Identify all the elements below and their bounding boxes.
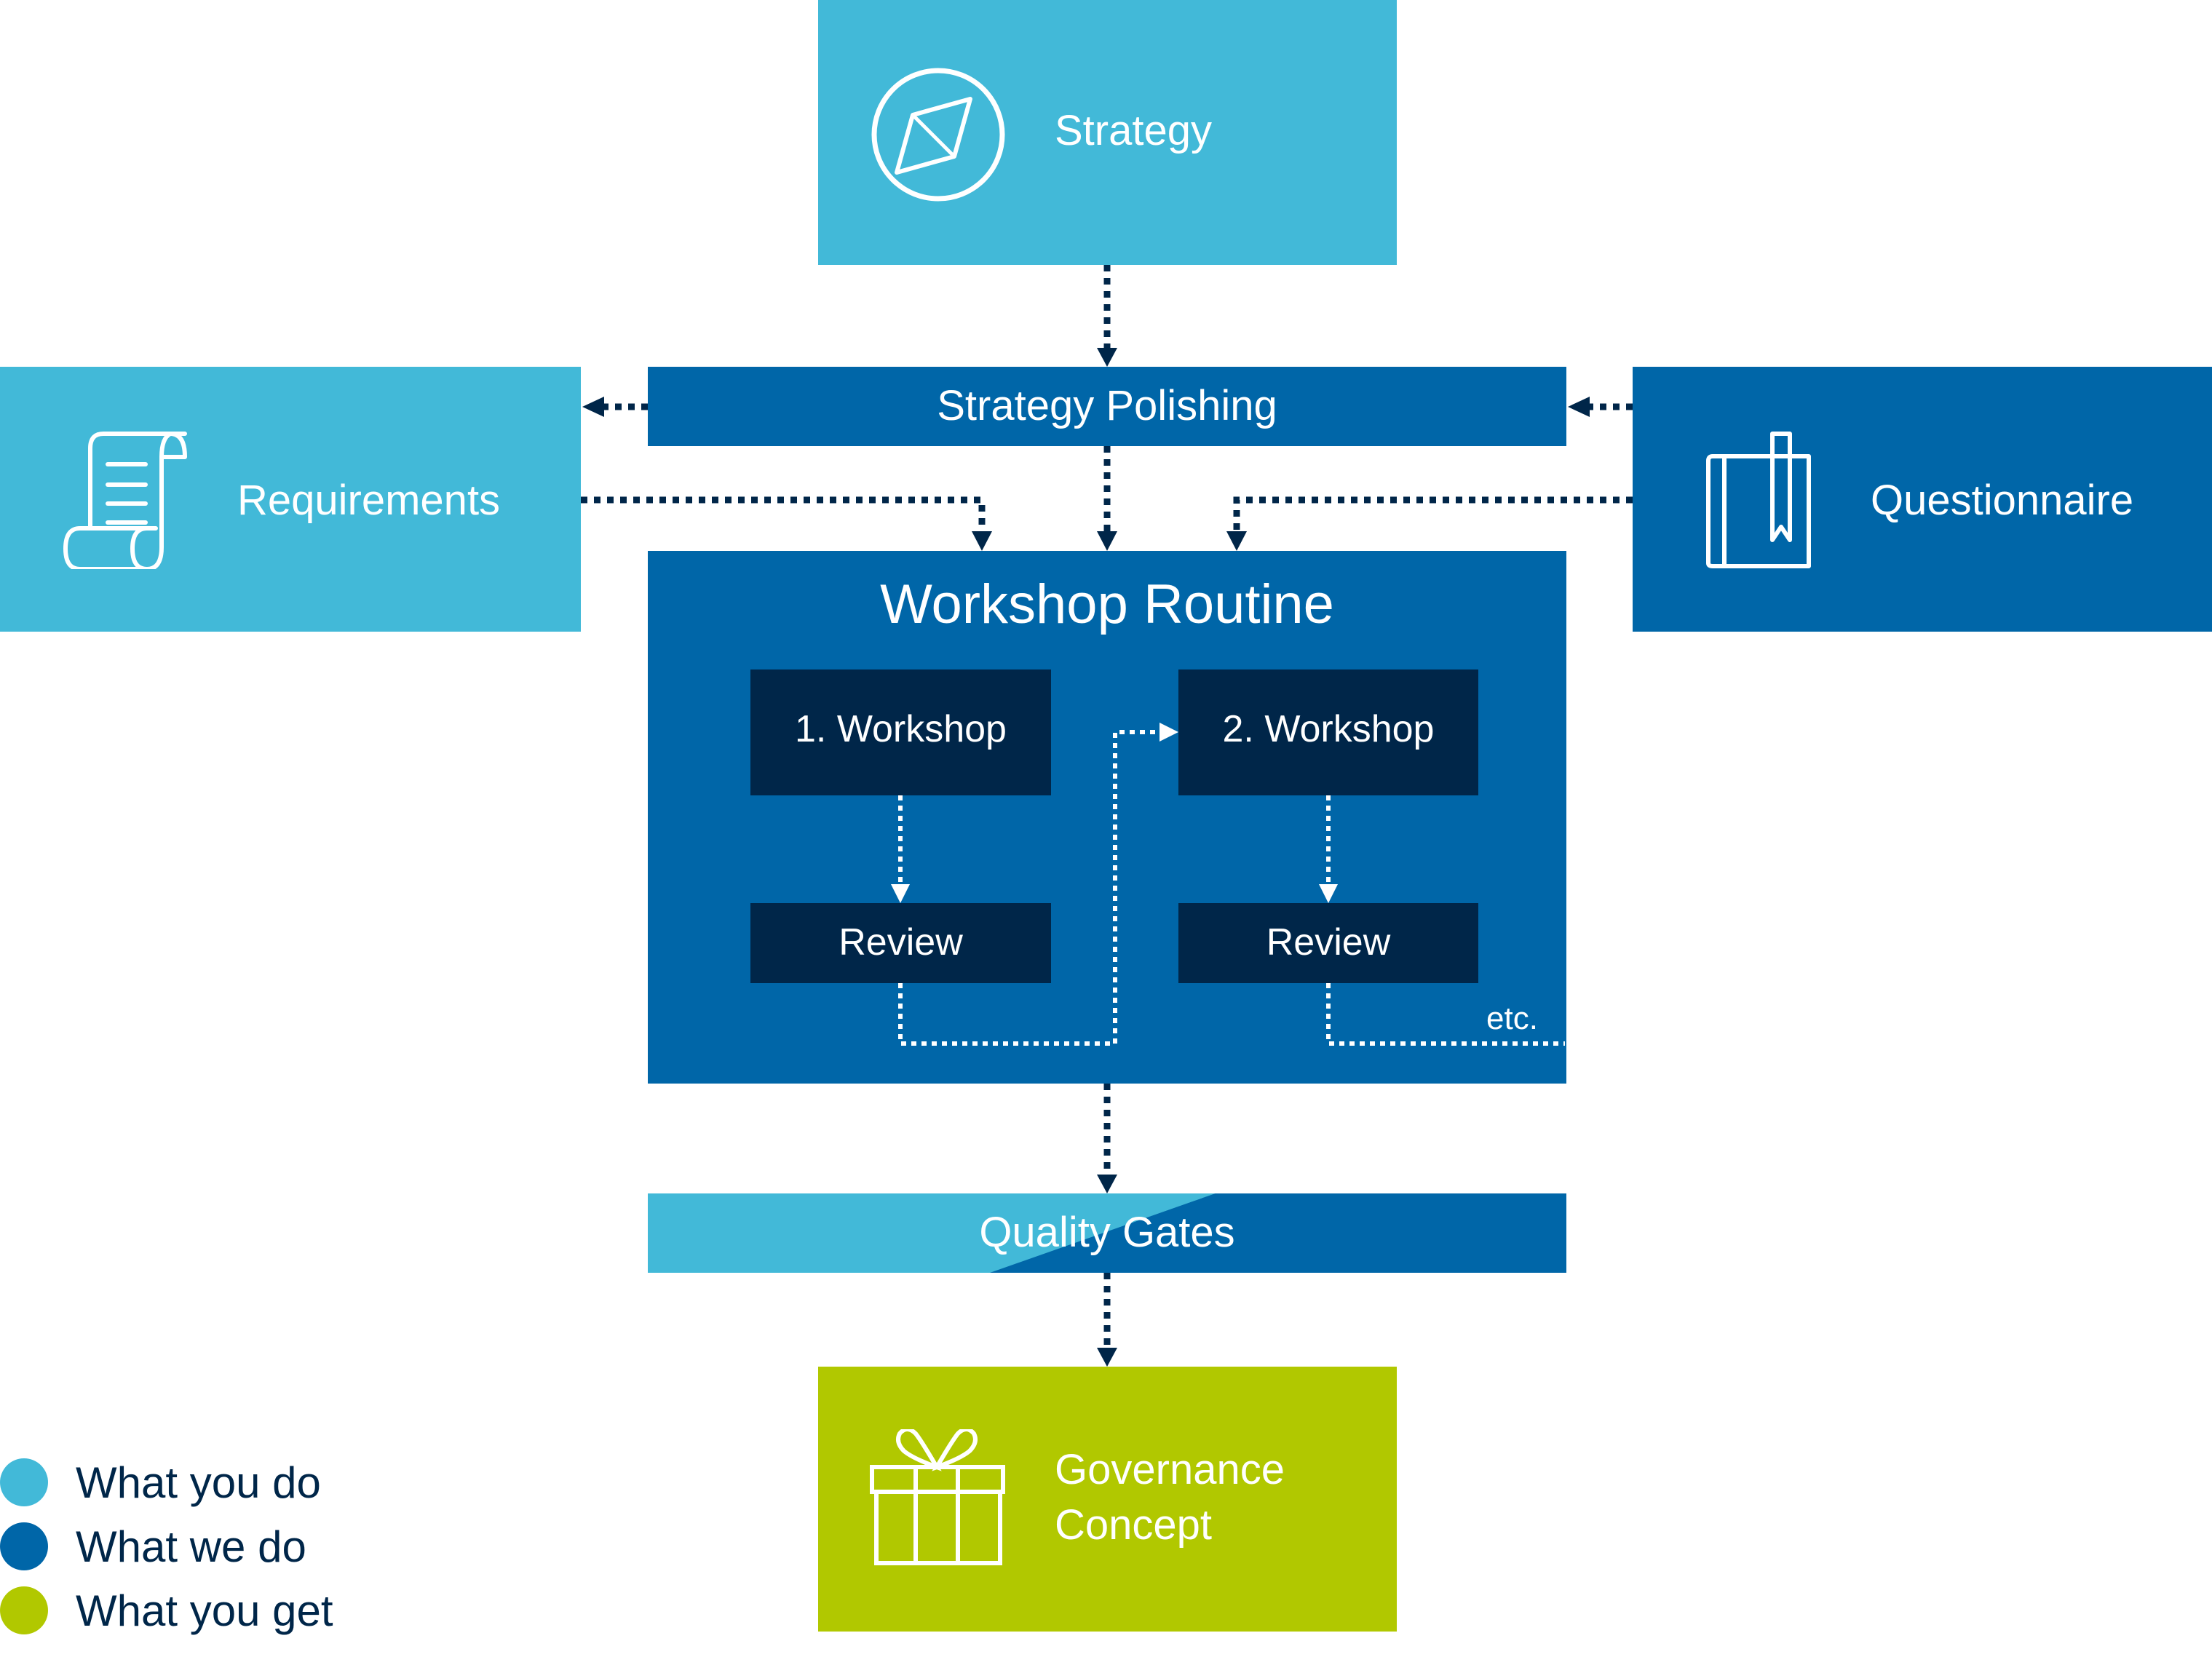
gift-icon bbox=[870, 1429, 1005, 1565]
requirements-node: Requirements bbox=[0, 367, 581, 632]
review-2-node: Review bbox=[1178, 903, 1478, 983]
review-2-label: Review bbox=[1266, 921, 1391, 963]
etc-label: etc. bbox=[1486, 1001, 1538, 1036]
quality-gates-label: Quality Gates bbox=[979, 1209, 1235, 1256]
edge-requirements-workshop bbox=[581, 496, 986, 531]
governance-label-line2: Concept bbox=[1055, 1501, 1213, 1549]
arrowhead-requirements bbox=[582, 397, 604, 417]
strategy-label: Strategy bbox=[1055, 107, 1212, 154]
legend-dot-light-blue bbox=[0, 1458, 48, 1506]
review-1-label: Review bbox=[839, 921, 963, 963]
legend-label: What you do bbox=[76, 1458, 321, 1507]
questionnaire-node: Questionnaire bbox=[1633, 367, 2212, 632]
strategy-polishing-node: Strategy Polishing bbox=[648, 367, 1566, 446]
arrowhead-polishing bbox=[1097, 348, 1117, 367]
governance-label-line1: Governance bbox=[1055, 1446, 1285, 1493]
review-1-node: Review bbox=[750, 903, 1051, 983]
workshop-1-node: 1. Workshop bbox=[750, 669, 1051, 795]
compass-icon bbox=[871, 68, 1005, 202]
arrowhead-governance bbox=[1097, 1348, 1117, 1367]
scroll-icon bbox=[63, 432, 187, 569]
legend-dot-dark-blue bbox=[0, 1522, 48, 1570]
workshop-routine-title: Workshop Routine bbox=[880, 573, 1334, 635]
legend-label: What you get bbox=[76, 1586, 333, 1635]
legend-item-what-we-do: What we do bbox=[0, 1521, 306, 1572]
legend-item-what-you-do: What you do bbox=[0, 1457, 321, 1508]
arrowhead-workshop-right bbox=[1226, 531, 1247, 551]
governance-concept-node: Governance Concept bbox=[818, 1367, 1397, 1632]
legend-label: What we do bbox=[76, 1522, 306, 1571]
arrowhead-quality bbox=[1097, 1175, 1117, 1193]
strategy-node: Strategy bbox=[818, 0, 1397, 265]
strategy-polishing-label: Strategy Polishing bbox=[937, 382, 1277, 429]
arrowhead-workshop-center bbox=[1097, 531, 1117, 551]
workshop-routine-node: Workshop Routine 1. Workshop Review 2. W… bbox=[648, 551, 1566, 1084]
legend-item-what-you-get: What you get bbox=[0, 1585, 333, 1636]
edge-questionnaire-workshop bbox=[1233, 496, 1633, 531]
book-bookmark-icon bbox=[1706, 432, 1811, 568]
arrowhead-workshop-left bbox=[972, 531, 992, 551]
workshop-1-label: 1. Workshop bbox=[795, 708, 1007, 750]
arrowhead-polishing-right bbox=[1568, 397, 1590, 417]
legend-dot-green bbox=[0, 1586, 48, 1634]
requirements-label: Requirements bbox=[237, 477, 501, 524]
questionnaire-label: Questionnaire bbox=[1871, 477, 2134, 524]
quality-gates-node: Quality Gates bbox=[648, 1193, 1566, 1273]
workshop-2-node: 2. Workshop bbox=[1178, 669, 1478, 795]
workshop-2-label: 2. Workshop bbox=[1222, 708, 1435, 750]
